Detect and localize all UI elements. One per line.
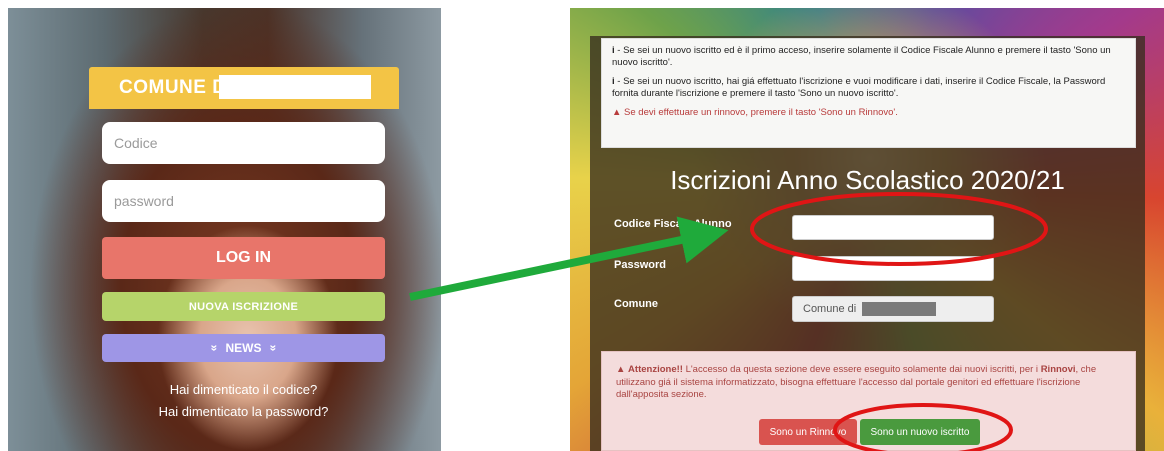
form-title: Iscrizioni Anno Scolastico 2020/21 — [670, 165, 1065, 195]
comune-field: Comune di — [792, 296, 994, 322]
redacted-comune — [862, 302, 937, 316]
codice-fiscale-input[interactable] — [792, 215, 994, 240]
renewal-button[interactable]: Sono un Rinnovo — [759, 419, 857, 445]
login-portal-panel: COMUNE DI LOG IN NUOVA ISCRIZIONE » NEWS… — [8, 8, 441, 451]
new-registration-button[interactable]: NUOVA ISCRIZIONE — [102, 292, 385, 321]
warning-icon: ▲ — [616, 364, 626, 375]
chevron-down-icon: » — [265, 344, 280, 352]
redacted-municipality — [219, 75, 371, 99]
warning-icon: ▲ — [612, 107, 622, 118]
password-field[interactable] — [792, 256, 994, 281]
news-button[interactable]: » NEWS » — [102, 334, 385, 362]
news-label: NEWS — [225, 341, 262, 355]
brand-title: COMUNE DI — [119, 77, 233, 98]
info-line-1: i - Se sei un nuovo iscritto ed è il pri… — [612, 45, 1111, 68]
renewal-warning: ▲ Se devi effettuare un rinnovo, premere… — [612, 107, 898, 118]
chevron-down-icon: » — [207, 344, 222, 352]
alert-rinnovi: Rinnovi — [1040, 364, 1076, 375]
forgot-code-link[interactable]: Hai dimenticato il codice? — [102, 382, 385, 397]
registration-panel: i - Se sei un nuovo iscritto ed è il pri… — [570, 8, 1164, 451]
info-box: i - Se sei un nuovo iscritto ed è il pri… — [601, 38, 1136, 148]
login-button[interactable]: LOG IN — [102, 237, 385, 279]
comune-value: Comune di — [803, 303, 857, 315]
password-input[interactable] — [102, 180, 385, 222]
new-student-button[interactable]: Sono un nuovo iscritto — [860, 419, 980, 445]
label-codice-fiscale: Codice Fiscale Alunno — [614, 218, 732, 230]
label-comune: Comune — [614, 298, 658, 310]
alert-title: Attenzione!! — [628, 364, 683, 375]
code-input[interactable] — [102, 122, 385, 164]
brand-header: COMUNE DI — [89, 67, 399, 109]
forgot-password-link[interactable]: Hai dimenticato la password? — [102, 404, 385, 419]
info-line-2: i - Se sei un nuovo iscritto, hai giá ef… — [612, 76, 1106, 99]
label-password: Password — [614, 259, 666, 271]
